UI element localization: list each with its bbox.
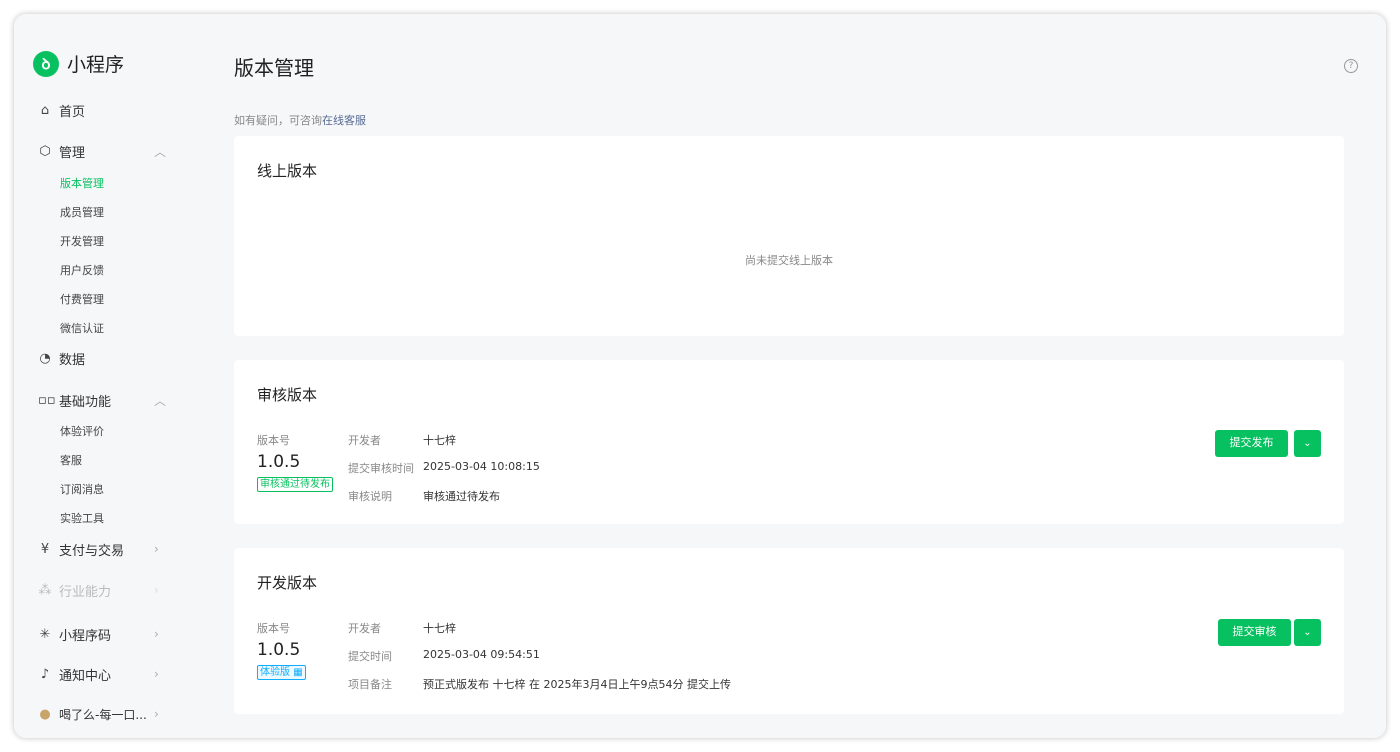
chevron-right-icon: › xyxy=(154,542,159,556)
empty-state: 尚未提交线上版本 xyxy=(234,252,1344,268)
grid-icon: ▫▫ xyxy=(38,393,52,408)
help-icon[interactable]: ? xyxy=(1344,59,1358,73)
mini-program-logo-icon: ꝺ xyxy=(33,51,59,77)
chevron-right-icon: › xyxy=(154,707,159,721)
pie-chart-icon: ◔ xyxy=(38,351,52,366)
main-content: 版本管理 ? 如有疑问，可咨询在线客服 线上版本 尚未提交线上版本 审核版本 版… xyxy=(234,14,1386,738)
field-value: 2025-03-04 10:08:15 xyxy=(423,460,540,473)
nav-payment[interactable]: ¥ 支付与交易 › xyxy=(14,541,214,557)
nav-manage[interactable]: ⬡ 管理 ︿ xyxy=(14,143,214,159)
field-value: 预正式版发布 十七梓 在 2025年3月4日上午9点54分 提交上传 xyxy=(423,676,731,692)
nav-label: 首页 xyxy=(59,101,85,120)
chevron-right-icon: › xyxy=(154,627,159,641)
online-version-card: 线上版本 尚未提交线上版本 xyxy=(234,136,1344,336)
version-label: 版本号 xyxy=(257,432,290,448)
nav-label: 基础功能 xyxy=(59,391,111,410)
mini-code-icon: ✳ xyxy=(38,627,52,642)
review-version-card: 审核版本 版本号 1.0.5 审核通过待发布 开发者 十七梓 提交审核时间 20… xyxy=(234,360,1344,524)
version-label: 版本号 xyxy=(257,620,290,636)
nav-label: 支付与交易 xyxy=(59,540,124,559)
online-service-link[interactable]: 在线客服 xyxy=(322,114,366,127)
version-number: 1.0.5 xyxy=(257,640,300,660)
trial-badge[interactable]: 体验版 ▦ xyxy=(257,665,306,680)
nav-customer-service[interactable]: 客服 xyxy=(60,452,82,468)
field-label: 提交审核时间 xyxy=(348,460,414,476)
nav-experience-rating[interactable]: 体验评价 xyxy=(60,423,104,439)
nav-label: 数据 xyxy=(59,349,85,368)
page-title: 版本管理 xyxy=(234,52,314,81)
field-value: 十七梓 xyxy=(423,432,456,448)
app-name: 小程序 xyxy=(67,50,124,77)
nav-lab-tools[interactable]: 实验工具 xyxy=(60,510,104,526)
field-label: 开发者 xyxy=(348,432,381,448)
chevron-right-icon: › xyxy=(154,667,159,681)
field-value: 2025-03-04 09:54:51 xyxy=(423,648,540,661)
card-title: 开发版本 xyxy=(257,572,317,593)
home-icon: ⌂ xyxy=(38,103,52,118)
tip-text: 如有疑问，可咨询 xyxy=(234,114,322,127)
nav-member-manage[interactable]: 成员管理 xyxy=(60,204,104,220)
field-label: 审核说明 xyxy=(348,488,392,504)
chevron-right-icon: › xyxy=(154,583,159,597)
nav-user-feedback[interactable]: 用户反馈 xyxy=(60,262,104,278)
status-badge: 审核通过待发布 xyxy=(257,477,333,492)
chevron-down-icon[interactable]: ⌄ xyxy=(1294,619,1321,646)
field-value: 审核通过待发布 xyxy=(423,488,500,504)
sidebar: ꝺ 小程序 ⌂ 首页 ⬡ 管理 ︿ 版本管理 成员管理 开发管理 用户反馈 付费管理 微… xyxy=(14,14,214,738)
nav-home[interactable]: ⌂ 首页 xyxy=(14,102,214,118)
nav-label: 管理 xyxy=(59,142,85,161)
badge-text: 体验版 xyxy=(260,667,290,678)
qrcode-icon: ▦ xyxy=(293,667,302,678)
nav-wechat-verify[interactable]: 微信认证 xyxy=(60,320,104,336)
nav-subscribe-message[interactable]: 订阅消息 xyxy=(60,481,104,497)
version-number: 1.0.5 xyxy=(257,452,300,472)
nav-industry[interactable]: ⁂ 行业能力 › xyxy=(14,582,214,598)
nav-payment-manage[interactable]: 付费管理 xyxy=(60,291,104,307)
nav-label: 通知中心 xyxy=(59,665,111,684)
nav-data[interactable]: ◔ 数据 xyxy=(14,350,214,366)
submit-release-button[interactable]: 提交发布 xyxy=(1215,430,1288,457)
nav-account[interactable]: ● 喝了么-每一口... › xyxy=(14,706,214,722)
nav-label: 喝了么-每一口... xyxy=(59,706,147,723)
nav-version-manage[interactable]: 版本管理 xyxy=(60,175,104,191)
yen-icon: ¥ xyxy=(38,542,52,557)
industry-icon: ⁂ xyxy=(38,583,52,598)
avatar: ● xyxy=(38,707,52,722)
card-title: 审核版本 xyxy=(257,384,317,405)
field-label: 提交时间 xyxy=(348,648,392,664)
nav-dev-manage[interactable]: 开发管理 xyxy=(60,233,104,249)
chevron-up-icon: ︿ xyxy=(154,392,166,409)
field-label: 项目备注 xyxy=(348,676,392,692)
field-label: 开发者 xyxy=(348,620,381,636)
field-value: 十七梓 xyxy=(423,620,456,636)
submit-review-button[interactable]: 提交审核 xyxy=(1218,619,1291,646)
nav-label: 小程序码 xyxy=(59,625,111,644)
help-tip: 如有疑问，可咨询在线客服 xyxy=(234,112,366,128)
chevron-down-icon[interactable]: ⌄ xyxy=(1294,430,1321,457)
nav-basic[interactable]: ▫▫ 基础功能 ︿ xyxy=(14,392,214,408)
app-logo: ꝺ 小程序 xyxy=(33,50,124,77)
app-window: ꝺ 小程序 ⌂ 首页 ⬡ 管理 ︿ 版本管理 成员管理 开发管理 用户反馈 付费管理 微… xyxy=(14,14,1386,738)
chevron-up-icon: ︿ xyxy=(154,143,166,160)
nav-qrcode[interactable]: ✳ 小程序码 › xyxy=(14,626,214,642)
nav-notify[interactable]: ♪ 通知中心 › xyxy=(14,666,214,682)
settings-icon: ⬡ xyxy=(38,144,52,159)
bell-icon: ♪ xyxy=(38,667,52,682)
card-title: 线上版本 xyxy=(257,160,317,181)
dev-version-card: 开发版本 版本号 1.0.5 体验版 ▦ 开发者 十七梓 提交时间 2025-0… xyxy=(234,548,1344,714)
nav-label: 行业能力 xyxy=(59,581,111,600)
